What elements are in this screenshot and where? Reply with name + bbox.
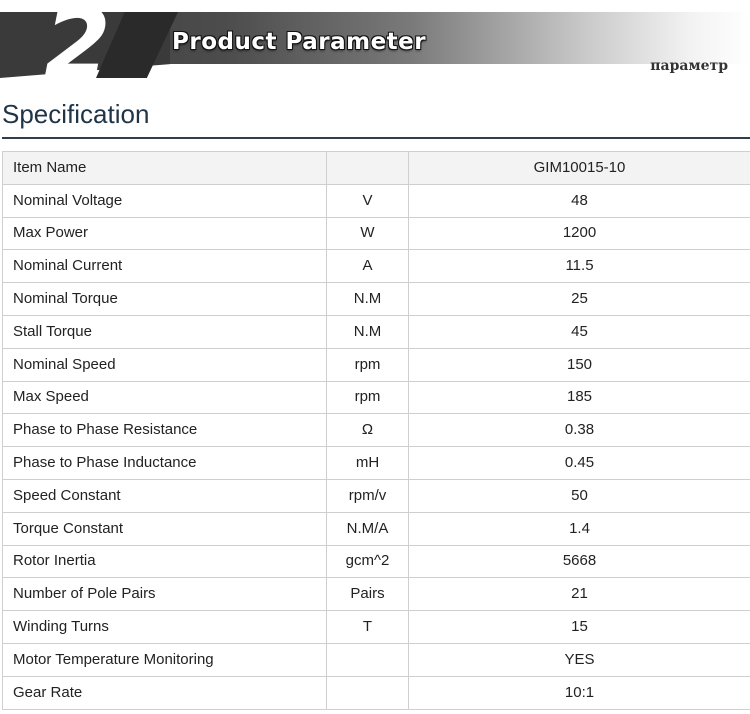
cell-value: 15	[408, 610, 750, 644]
cell-unit: rpm	[326, 347, 409, 382]
cell-unit: A	[326, 249, 409, 284]
cell-value: 0.45	[408, 446, 750, 480]
cell-item-name: Nominal Voltage	[2, 183, 327, 218]
cell-value: 45	[408, 314, 750, 349]
cell-unit: rpm/v	[326, 478, 409, 513]
cell-value: YES	[408, 642, 750, 677]
cell-value: 25	[408, 282, 750, 316]
table-row: Nominal Torque N.M 25	[2, 282, 750, 316]
cell-value: 1200	[408, 216, 750, 251]
cell-value: 185	[408, 380, 750, 415]
cell-item-name: Torque Constant	[2, 511, 327, 546]
table-row: Winding Turns T 15	[2, 610, 750, 644]
table-row: Rotor Inertia gcm^2 5668	[2, 544, 750, 579]
banner-subtitle: параметр	[650, 58, 728, 74]
cell-value: 1.4	[408, 511, 750, 546]
cell-item-name: Stall Torque	[2, 314, 327, 349]
cell-unit: T	[326, 610, 409, 644]
cell-item-name: Max Power	[2, 216, 327, 251]
cell-value: 21	[408, 577, 750, 612]
header-item-name: Item Name	[2, 151, 327, 185]
cell-unit	[326, 675, 409, 710]
table-row: Torque Constant N.M/A 1.4	[2, 511, 750, 546]
cell-unit: gcm^2	[326, 544, 409, 579]
banner-title: Product Parameter	[172, 29, 427, 55]
cell-unit: rpm	[326, 380, 409, 415]
heading-divider	[2, 137, 750, 139]
cell-unit: N.M	[326, 282, 409, 316]
section-banner: 2 Product Parameter параметр	[0, 0, 750, 88]
cell-item-name: Rotor Inertia	[2, 544, 327, 579]
cell-value: 150	[408, 347, 750, 382]
cell-unit: Pairs	[326, 577, 409, 612]
cell-unit: V	[326, 183, 409, 218]
cell-item-name: Nominal Current	[2, 249, 327, 284]
specification-table-body: Item Name GIM10015-10 Nominal Voltage V 48…	[2, 151, 750, 710]
cell-value: 0.38	[408, 413, 750, 448]
table-row: Phase to Phase Resistance Ω 0.38	[2, 413, 750, 448]
cell-item-name: Max Speed	[2, 380, 327, 415]
cell-item-name: Motor Temperature Monitoring	[2, 642, 327, 677]
table-row: Max Speed rpm 185	[2, 380, 750, 415]
table-row: Nominal Voltage V 48	[2, 183, 750, 218]
cell-unit: N.M	[326, 314, 409, 349]
cell-item-name: Phase to Phase Inductance	[2, 446, 327, 480]
cell-value: 11.5	[408, 249, 750, 284]
cell-item-name: Number of Pole Pairs	[2, 577, 327, 612]
table-row: Number of Pole Pairs Pairs 21	[2, 577, 750, 612]
table-row: Nominal Speed rpm 150	[2, 347, 750, 382]
header-unit	[326, 151, 409, 185]
header-model: GIM10015-10	[408, 151, 750, 185]
table-row: Speed Constant rpm/v 50	[2, 478, 750, 513]
table-row: Phase to Phase Inductance mH 0.45	[2, 446, 750, 480]
cell-item-name: Speed Constant	[2, 478, 327, 513]
cell-value: 5668	[408, 544, 750, 579]
table-row: Gear Rate 10:1	[2, 675, 750, 710]
cell-item-name: Phase to Phase Resistance	[2, 413, 327, 448]
cell-value: 10:1	[408, 675, 750, 710]
table-row: Motor Temperature Monitoring YES	[2, 642, 750, 677]
table-row: Nominal Current A 11.5	[2, 249, 750, 284]
cell-item-name: Nominal Torque	[2, 282, 327, 316]
cell-unit	[326, 642, 409, 677]
cell-unit: mH	[326, 446, 409, 480]
cell-value: 50	[408, 478, 750, 513]
table-row: Stall Torque N.M 45	[2, 314, 750, 349]
cell-value: 48	[408, 183, 750, 218]
cell-item-name: Nominal Speed	[2, 347, 327, 382]
cell-unit: Ω	[326, 413, 409, 448]
section-number: 2	[44, 0, 111, 88]
page-title: Specification	[2, 99, 150, 129]
table-row: Max Power W 1200	[2, 216, 750, 251]
cell-item-name: Gear Rate	[2, 675, 327, 710]
cell-unit: N.M/A	[326, 511, 409, 546]
cell-unit: W	[326, 216, 409, 251]
cell-item-name: Winding Turns	[2, 610, 327, 644]
table-header-row: Item Name GIM10015-10	[2, 151, 750, 185]
specification-table: Item Name GIM10015-10 Nominal Voltage V 48…	[2, 151, 750, 710]
